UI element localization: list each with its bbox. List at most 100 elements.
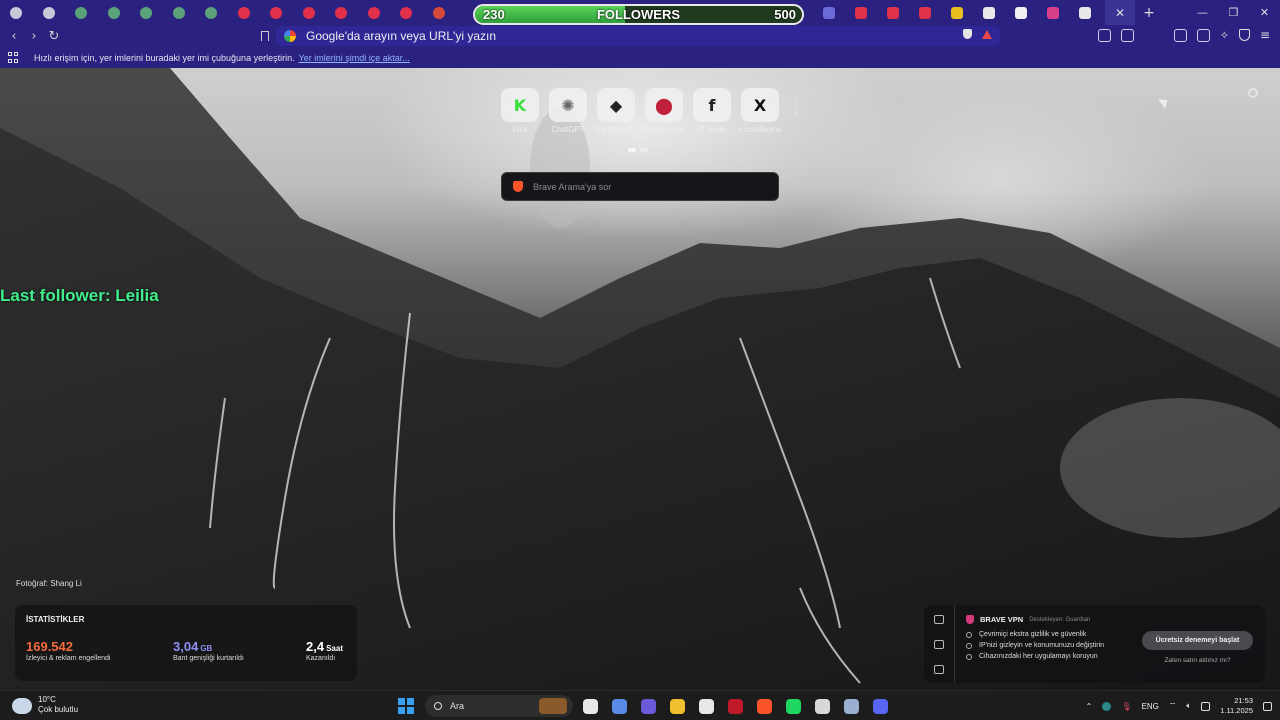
plus-icon: + <box>1143 4 1155 21</box>
browser-tab[interactable] <box>813 0 845 25</box>
notes-icon <box>951 6 963 19</box>
browser-tab[interactable] <box>1069 0 1101 25</box>
browser-tab[interactable] <box>845 0 877 25</box>
browser-tab[interactable] <box>390 0 423 25</box>
browser-tab[interactable] <box>325 0 358 25</box>
taskbar-app[interactable] <box>607 694 631 718</box>
close-tab-icon[interactable]: ✕ <box>1115 6 1125 20</box>
top-site-tile[interactable]: ✺ ChatGPT <box>549 88 587 134</box>
cards-tab-icon[interactable] <box>934 665 944 674</box>
browser-tab[interactable] <box>909 0 941 25</box>
browser-tab[interactable] <box>65 0 98 25</box>
top-site-tile[interactable]: ◆ The Best C... <box>593 88 639 134</box>
taskbar-app[interactable] <box>752 694 776 718</box>
already-purchased-link[interactable]: Zaten satın aldınız mı? <box>1142 657 1253 664</box>
browser-tab[interactable] <box>0 0 33 25</box>
battery-icon[interactable] <box>1201 701 1211 711</box>
back-button[interactable]: ‹ <box>4 25 24 47</box>
browser-tab[interactable] <box>1005 0 1037 25</box>
top-site-name: f2 Node <box>697 125 727 134</box>
browser-tab[interactable] <box>163 0 196 25</box>
taskbar-app[interactable] <box>781 694 805 718</box>
browser-tab[interactable] <box>973 0 1005 25</box>
taskbar-search[interactable]: Ara <box>425 695 573 717</box>
brave-rewards-icon[interactable] <box>982 29 992 39</box>
pager-dot[interactable] <box>640 148 648 152</box>
browser-tab[interactable] <box>423 0 456 25</box>
bookmark-button[interactable] <box>255 25 275 47</box>
customize-gear-icon[interactable] <box>1248 88 1258 98</box>
close-window-button[interactable]: ✕ <box>1249 0 1280 25</box>
import-bookmarks-link[interactable]: Yer imlerini şimdi içe aktar... <box>299 53 410 63</box>
more-tiles-icon[interactable]: · · · <box>794 95 798 119</box>
apps-grid-icon[interactable] <box>8 51 20 64</box>
pager-dot[interactable] <box>628 148 636 152</box>
tiles-pager <box>628 148 648 152</box>
new-tab-page: K Kick ✺ ChatGPT ◆ The Best C... ⬤ GeoGuessr f f2… <box>0 68 1280 690</box>
browser-tab[interactable] <box>33 0 66 25</box>
tray-app-icon[interactable] <box>1102 701 1112 711</box>
brave-shields-icon[interactable] <box>963 29 972 39</box>
sidebar-icon[interactable] <box>1173 29 1187 42</box>
widget-switcher <box>924 605 955 683</box>
browser-tab[interactable] <box>877 0 909 25</box>
taskbar-app[interactable] <box>723 694 747 718</box>
browser-tab[interactable] <box>228 0 261 25</box>
clock[interactable]: 21:53 1.11.2025 <box>1220 696 1253 716</box>
vpn-icon[interactable] <box>1238 29 1250 41</box>
wallet-icon[interactable] <box>1120 29 1134 42</box>
vpn-tab-icon[interactable] <box>934 615 944 624</box>
active-tab[interactable]: ✕ <box>1105 0 1135 25</box>
vpn-provider: Destekleyen: Guardian <box>1029 616 1091 623</box>
new-tab-button[interactable]: + <box>1135 0 1163 25</box>
browser-tab[interactable] <box>98 0 131 25</box>
folder-icon <box>669 698 685 714</box>
windows-start-icon[interactable] <box>398 698 414 714</box>
browser-tab[interactable] <box>293 0 326 25</box>
window-controls: ✕ + — ❐ ✕ <box>1105 0 1280 25</box>
wifi-icon[interactable]: ⌔ <box>1169 701 1177 711</box>
browser-tab[interactable] <box>130 0 163 25</box>
taskbar-app[interactable] <box>810 694 834 718</box>
taskbar-app[interactable] <box>665 694 689 718</box>
browser-tab[interactable] <box>358 0 391 25</box>
notifications-icon[interactable] <box>1263 701 1272 711</box>
browser-tab[interactable] <box>941 0 973 25</box>
stat-desc: Kazanıldı <box>306 655 336 662</box>
menu-icon[interactable]: ≡ <box>1260 29 1270 42</box>
taskbar-app[interactable] <box>578 694 602 718</box>
top-site-name: The Best C... <box>592 125 640 134</box>
rewards-tab-icon[interactable] <box>934 640 944 649</box>
top-site-tile[interactable]: ⬤ GeoGuessr <box>644 88 684 134</box>
close-icon: ✕ <box>1259 6 1270 19</box>
leo-ai-icon[interactable]: ✧ <box>1220 29 1229 42</box>
toolbar-actions: ✧ ≡ <box>1097 29 1270 42</box>
browser-tab[interactable] <box>260 0 293 25</box>
weather-widget[interactable]: 10°C Çok bulutlu <box>12 695 78 715</box>
f-icon: f <box>693 88 731 122</box>
top-site-tile[interactable]: K Kick <box>501 88 539 134</box>
browser-tab[interactable] <box>195 0 228 25</box>
top-site-tile[interactable]: f f2 Node <box>693 88 731 134</box>
search-icon <box>434 702 442 710</box>
reload-button[interactable]: ↻ <box>44 25 64 47</box>
volume-icon[interactable]: 🔈︎ <box>1186 701 1191 711</box>
minimize-button[interactable]: — <box>1187 0 1218 25</box>
extensions-icon[interactable] <box>1097 29 1111 42</box>
start-trial-button[interactable]: Ücretsiz denemeyi başlat <box>1142 631 1253 650</box>
microphone-icon[interactable]: 🎙︎ <box>1121 702 1131 711</box>
taskbar-app[interactable] <box>839 694 863 718</box>
taskbar-app[interactable] <box>636 694 660 718</box>
browser-tab[interactable] <box>1037 0 1069 25</box>
language-indicator[interactable]: ENG <box>1142 702 1159 711</box>
forward-button[interactable]: › <box>24 25 44 47</box>
chevron-up-icon[interactable]: ⌃ <box>1086 702 1093 711</box>
top-site-tile[interactable]: Xx.com/home <box>738 88 782 134</box>
site-icon <box>823 6 835 19</box>
taskbar-app[interactable] <box>868 694 892 718</box>
brave-wallet-icon[interactable] <box>1196 29 1210 42</box>
taskbar-app[interactable] <box>694 694 718 718</box>
brave-search-box[interactable]: Brave Arama'ya sor <box>501 172 779 201</box>
address-bar[interactable]: Google'da arayın veya URL'yi yazın <box>276 26 1000 46</box>
restore-button[interactable]: ❐ <box>1218 0 1249 25</box>
